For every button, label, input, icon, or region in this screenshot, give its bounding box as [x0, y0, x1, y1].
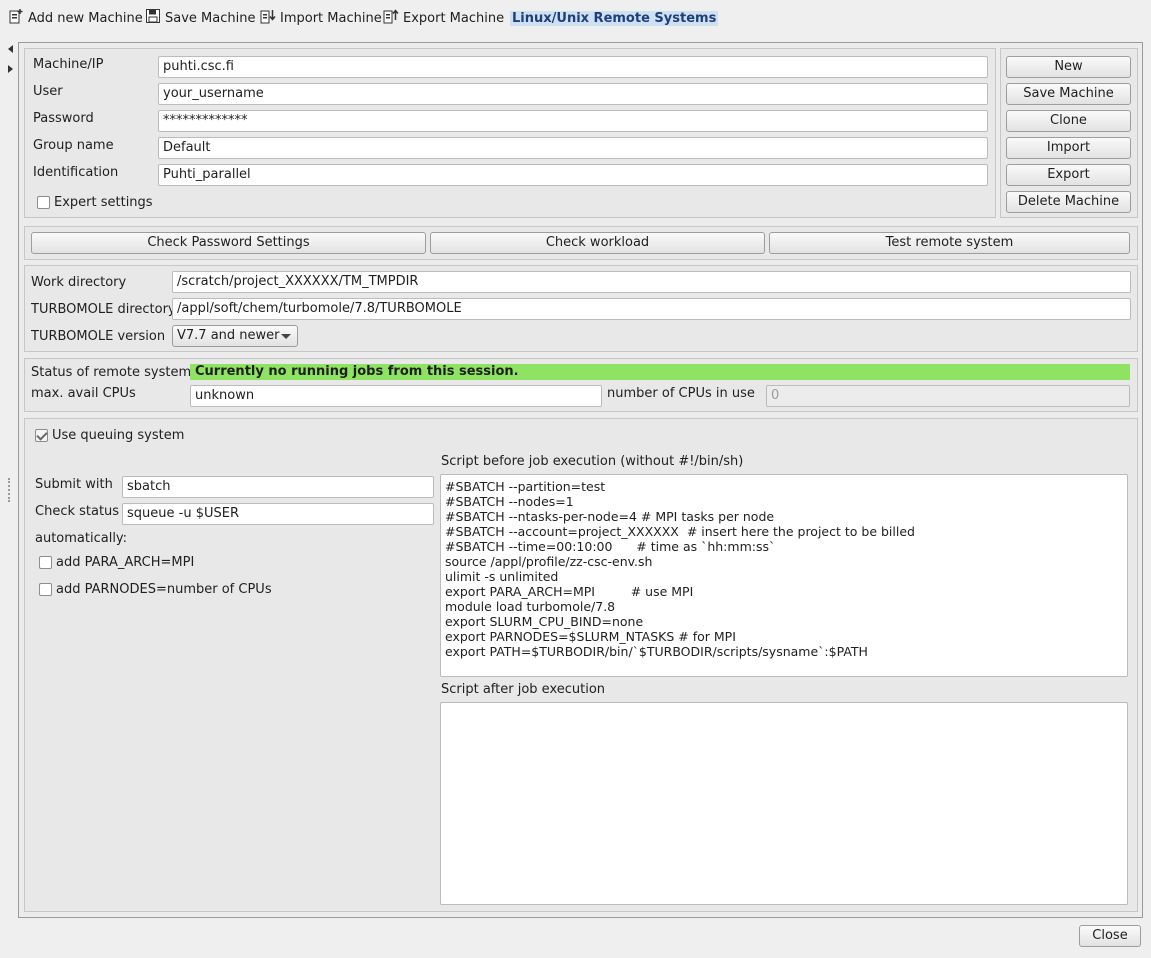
import-machine-label: Import Machine — [280, 10, 382, 26]
script-line: #SBATCH --ntasks-per-node=4 # MPI tasks … — [445, 509, 775, 524]
new-machine-button[interactable]: New — [1006, 56, 1131, 78]
check-workload-button[interactable]: Check workload — [430, 232, 765, 254]
para-arch-label: add PARA_ARCH=MPI — [56, 555, 195, 570]
clone-machine-button[interactable]: Clone — [1006, 110, 1131, 132]
export-icon — [383, 8, 399, 28]
submit-with-label: Submit with — [35, 477, 113, 492]
group-name-label: Group name — [33, 138, 114, 153]
script-line: #SBATCH --account=project_XXXXXX # inser… — [445, 524, 915, 539]
use-queuing-label: Use queuing system — [52, 428, 185, 443]
password-label: Password — [33, 111, 94, 126]
delete-machine-button[interactable]: Delete Machine — [1006, 191, 1131, 213]
script-line: #SBATCH --time=00:10:00 # time as `hh:mm… — [445, 539, 776, 554]
export-machine-label: Export Machine — [403, 10, 505, 26]
script-line: ulimit -s unlimited — [445, 569, 559, 584]
group-name-input[interactable]: Default — [158, 137, 988, 159]
script-after-label: Script after job execution — [441, 682, 606, 697]
submit-with-input[interactable]: sbatch — [122, 476, 434, 498]
turbomole-version-select[interactable]: V7.7 and newer — [172, 325, 298, 347]
script-line: export PATH=$TURBODIR/bin/`$TURBODIR/scr… — [445, 644, 868, 659]
parnodes-label: add PARNODES=number of CPUs — [56, 582, 272, 597]
status-label: Status of remote system — [31, 365, 192, 380]
turbomole-version-value: V7.7 and newer — [177, 328, 280, 343]
script-line: source /appl/profile/zz-csc-env.sh — [445, 554, 653, 569]
export-machine-toolbar-button[interactable]: Export Machine — [383, 8, 504, 28]
check-status-input[interactable]: squeue -u $USER — [122, 503, 434, 525]
script-line: export PARA_ARCH=MPI # use MPI — [445, 584, 694, 599]
password-input[interactable]: ************* — [158, 110, 988, 132]
script-line: export SLURM_CPU_BIND=none — [445, 614, 644, 629]
turbomole-directory-label: TURBOMOLE directory — [31, 302, 176, 317]
expand-right-arrow-icon[interactable] — [8, 65, 13, 73]
cpus-in-use-label: number of CPUs in use — [607, 386, 755, 401]
max-cpus-input[interactable]: unknown — [190, 385, 602, 407]
add-machine-toolbar-button[interactable]: Add new Machine — [8, 8, 143, 28]
import-icon — [260, 8, 276, 28]
machine-ip-input[interactable]: puhti.csc.fi — [158, 56, 988, 78]
script-before-label: Script before job execution (without #!/… — [441, 454, 744, 469]
check-status-label: Check status — [35, 504, 120, 519]
chevron-down-icon — [281, 334, 291, 339]
identification-label: Identification — [33, 165, 119, 180]
linux-remote-systems-tab[interactable]: Linux/Unix Remote Systems — [510, 8, 719, 28]
test-remote-system-button[interactable]: Test remote system — [769, 232, 1130, 254]
script-before-textarea[interactable]: #SBATCH --partition=test #SBATCH --nodes=… — [440, 474, 1128, 677]
cpus-in-use-input: 0 — [766, 385, 1130, 407]
work-directory-label: Work directory — [31, 275, 127, 290]
turbomole-directory-input[interactable]: /appl/soft/chem/turbomole/7.8/TURBOMOLE — [172, 298, 1131, 320]
script-after-textarea[interactable] — [440, 702, 1128, 905]
status-indicator: Currently no running jobs from this sess… — [190, 364, 1130, 380]
parnodes-checkbox[interactable] — [39, 583, 52, 596]
script-line: module load turbomole/7.8 — [445, 599, 616, 614]
user-label: User — [33, 84, 63, 99]
para-arch-checkbox[interactable] — [39, 556, 52, 569]
save-machine-button[interactable]: Save Machine — [1006, 83, 1131, 105]
import-machine-button[interactable]: Import — [1006, 137, 1131, 159]
expert-settings-checkbox[interactable] — [37, 196, 50, 209]
automatically-label: automatically: — [35, 531, 128, 546]
import-machine-toolbar-button[interactable]: Import Machine — [260, 8, 382, 28]
use-queuing-checkbox[interactable] — [35, 429, 48, 442]
close-button[interactable]: Close — [1079, 925, 1141, 947]
user-input[interactable]: your_username — [158, 83, 988, 105]
identification-input[interactable]: Puhti_parallel — [158, 164, 988, 186]
add-machine-label: Add new Machine — [28, 10, 143, 26]
script-line: export PARNODES=$SLURM_NTASKS # for MPI — [445, 629, 736, 644]
machine-ip-label: Machine/IP — [33, 57, 104, 72]
linux-remote-systems-tab-label: Linux/Unix Remote Systems — [510, 10, 719, 26]
add-machine-icon — [8, 8, 24, 28]
work-directory-input[interactable]: /scratch/project_XXXXXX/TM_TMPDIR — [172, 271, 1131, 293]
floppy-disk-icon — [145, 8, 161, 28]
splitter-handle[interactable] — [8, 478, 11, 502]
export-machine-button[interactable]: Export — [1006, 164, 1131, 186]
max-cpus-label: max. avail CPUs — [31, 386, 136, 401]
check-password-settings-button[interactable]: Check Password Settings — [31, 232, 426, 254]
expert-settings-label: Expert settings — [54, 195, 153, 210]
save-machine-toolbar-button[interactable]: Save Machine — [145, 8, 255, 28]
save-machine-label: Save Machine — [165, 10, 256, 26]
script-line: #SBATCH --nodes=1 — [445, 494, 574, 509]
turbomole-version-label: TURBOMOLE version — [31, 329, 166, 344]
script-line: #SBATCH --partition=test — [445, 479, 606, 494]
collapse-left-arrow-icon[interactable] — [8, 45, 13, 53]
